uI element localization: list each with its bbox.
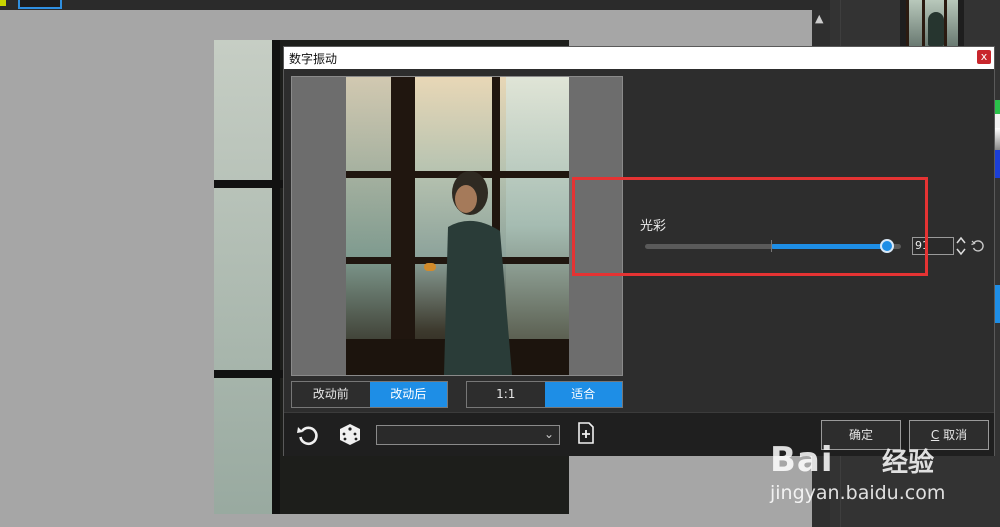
compare-toggle: 改动前 改动后 bbox=[291, 381, 448, 408]
after-button[interactable]: 改动后 bbox=[369, 382, 447, 407]
spin-icon[interactable] bbox=[956, 235, 966, 257]
zoom-actual-button[interactable]: 1:1 bbox=[467, 382, 545, 407]
zoom-fit-button[interactable]: 适合 bbox=[544, 382, 622, 407]
preview-photo bbox=[346, 77, 569, 375]
dice-icon[interactable] bbox=[338, 422, 362, 446]
dialog-titlebar[interactable]: 数字振动 x bbox=[284, 47, 994, 69]
photo-person bbox=[444, 171, 512, 375]
new-preset-icon[interactable] bbox=[577, 421, 595, 445]
app-marker bbox=[0, 0, 6, 6]
app-top-bar bbox=[0, 0, 830, 10]
watermark-logo: Bai bbox=[770, 440, 834, 480]
close-icon: x bbox=[980, 50, 988, 63]
image-thumbnail[interactable] bbox=[900, 0, 964, 46]
photo-door-frame bbox=[391, 77, 415, 375]
spin-arrows bbox=[956, 236, 966, 256]
close-button[interactable]: x bbox=[977, 50, 991, 64]
thumbnail-frame-bar bbox=[922, 0, 925, 46]
thumbnail-figure bbox=[928, 12, 944, 46]
watermark-logo-cn: 经验 bbox=[882, 448, 935, 478]
before-button[interactable]: 改动前 bbox=[292, 382, 370, 407]
reset-icon[interactable] bbox=[296, 423, 320, 447]
undo-icon[interactable] bbox=[971, 239, 985, 253]
baidu-watermark: Bai 经验 jingyan.baidu.com bbox=[770, 440, 990, 520]
thumbnail-frame-bar bbox=[944, 0, 947, 46]
selected-thumbnail[interactable] bbox=[18, 0, 62, 9]
thumbnail-frame-bar bbox=[906, 0, 909, 46]
preset-dropdown[interactable]: ⌄ bbox=[376, 425, 560, 445]
dialog-title: 数字振动 bbox=[289, 52, 338, 66]
photo-glass-left bbox=[346, 77, 391, 375]
photo-glass bbox=[214, 40, 274, 514]
watermark-url: jingyan.baidu.com bbox=[770, 482, 946, 504]
highlight-annotation bbox=[572, 177, 928, 276]
photo-frame bbox=[272, 40, 280, 514]
zoom-toggle: 1:1 适合 bbox=[466, 381, 623, 408]
chevron-down-icon: ⌄ bbox=[543, 427, 554, 441]
scroll-up-icon[interactable]: ▲ bbox=[815, 12, 823, 25]
photo-door-handle bbox=[424, 263, 436, 271]
